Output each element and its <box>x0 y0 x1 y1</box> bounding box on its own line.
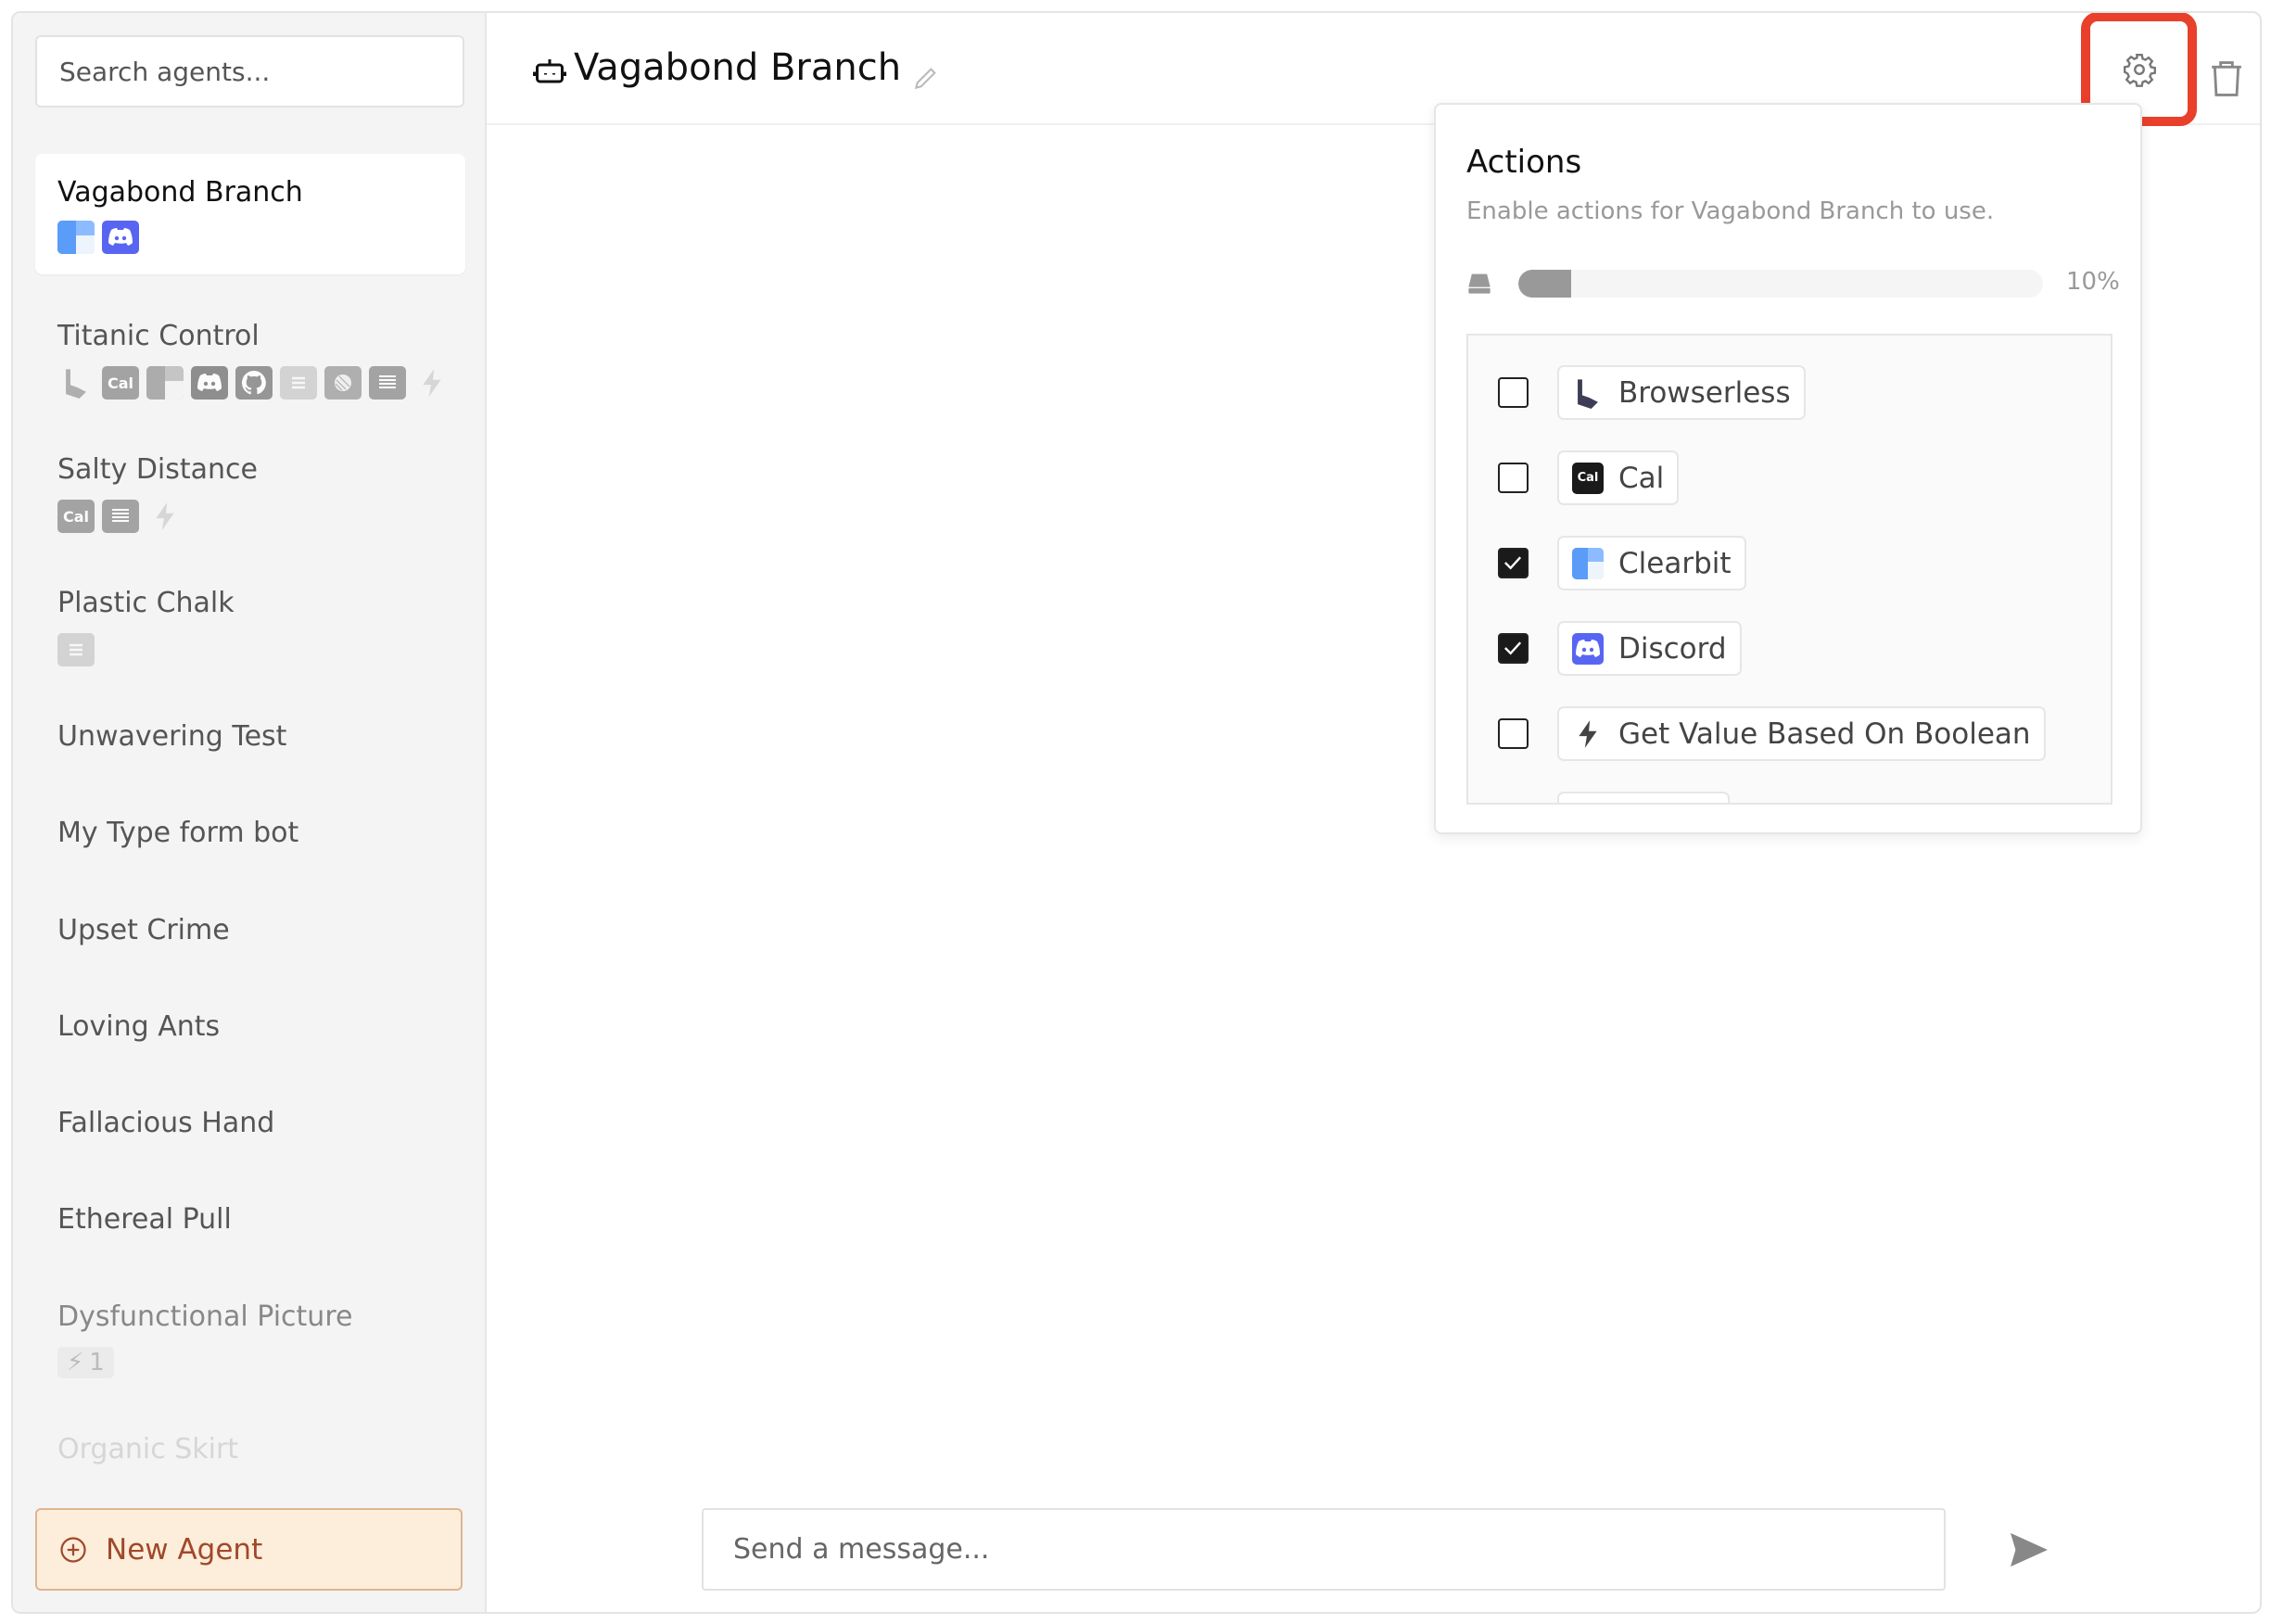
agent-action-icons <box>57 633 95 666</box>
agent-name: Salty Distance <box>57 453 258 486</box>
search-agents-input[interactable] <box>35 35 464 108</box>
agent-list-item[interactable]: Organic Skirt <box>35 1433 465 1507</box>
cal-icon: Cal <box>102 366 139 400</box>
discord-icon <box>102 221 139 254</box>
agent-action-icons <box>57 221 139 254</box>
action-checkbox[interactable] <box>1498 548 1529 578</box>
agent-title: Vagabond Branch <box>574 46 902 89</box>
action-label: Discord <box>1618 631 1727 666</box>
agent-list-item[interactable]: Vagabond Branch <box>35 154 465 274</box>
agent-list-item[interactable]: Dysfunctional Picture ⚡ 1 <box>35 1300 465 1421</box>
cal-icon: Cal <box>1572 462 1604 494</box>
agent-name: Vagabond Branch <box>57 176 303 209</box>
action-chip[interactable]: Discord <box>1557 621 1742 676</box>
app-window: Vagabond BranchTitanic ControlCalSalty D… <box>11 11 2262 1614</box>
action-checkbox[interactable] <box>1498 633 1529 664</box>
discord-icon <box>1572 632 1604 665</box>
actions-list[interactable]: Browserless Cal Cal Clearbit Discord Get Valu… <box>1466 334 2112 805</box>
agent-name: Upset Crime <box>57 914 230 946</box>
clearbit-icon <box>1572 547 1604 579</box>
browserless-icon <box>57 366 95 400</box>
list-icon <box>102 500 139 533</box>
bolt-icon <box>1572 718 1604 750</box>
action-count-badge: ⚡ 1 <box>57 1347 114 1378</box>
robot-icon <box>533 59 566 83</box>
action-checkbox[interactable] <box>1498 804 1529 805</box>
agent-action-icons: Cal <box>57 366 450 400</box>
action-label: Cal <box>1618 461 1665 495</box>
usage-progress-fill <box>1518 270 1571 298</box>
action-chip[interactable]: Cal Cal <box>1557 450 1680 505</box>
docs-icon <box>280 366 317 400</box>
agent-name: Organic Skirt <box>57 1433 239 1465</box>
agent-name: Loving Ants <box>57 1010 221 1043</box>
cal-icon: Cal <box>57 500 95 533</box>
github-icon <box>235 366 273 400</box>
agent-list-item[interactable]: Titanic Control Cal <box>35 320 465 440</box>
agent-list-item[interactable]: Fallacious Hand <box>35 1107 465 1181</box>
agent-name: Dysfunctional Picture <box>57 1300 353 1333</box>
browserless-icon <box>1572 377 1604 409</box>
check-icon <box>1504 641 1522 655</box>
discord-icon <box>191 366 228 400</box>
action-label: Browserless <box>1618 375 1791 410</box>
actions-title: Actions <box>1466 144 1582 181</box>
clearbit-icon <box>146 366 184 400</box>
list-icon <box>369 366 406 400</box>
action-chip[interactable]: Clearbit <box>1557 536 1746 590</box>
agent-name: Fallacious Hand <box>57 1107 275 1139</box>
actions-popover: Actions Enable actions for Vagabond Bran… <box>1434 103 2142 834</box>
gear-icon <box>2123 53 2156 87</box>
message-input[interactable] <box>702 1508 1946 1591</box>
trash-icon[interactable] <box>2209 59 2244 98</box>
usage-label: 10% <box>2066 268 2120 296</box>
action-checkbox[interactable] <box>1498 718 1529 749</box>
agent-name: My Type form bot <box>57 817 299 849</box>
bolt-icon: ⚡ <box>67 1349 84 1377</box>
actions-subtitle: Enable actions for Vagabond Branch to us… <box>1466 197 1995 225</box>
agent-list-item[interactable]: Ethereal Pull <box>35 1203 465 1277</box>
clearbit-icon <box>57 221 95 254</box>
new-agent-button[interactable]: New Agent <box>35 1508 463 1591</box>
github-icon <box>1572 804 1604 806</box>
new-agent-label: New Agent <box>106 1532 263 1567</box>
agent-list-item[interactable]: Unwavering Test <box>35 720 465 794</box>
agent-name: Unwavering Test <box>57 720 287 753</box>
plus-circle-icon <box>60 1536 86 1563</box>
usage-progress-bar <box>1518 270 2043 298</box>
edit-pencil-icon[interactable] <box>911 63 941 93</box>
agent-action-icons: Cal <box>57 500 184 533</box>
badge-count: 1 <box>89 1349 105 1377</box>
check-icon <box>1504 556 1522 570</box>
agent-list-item[interactable]: Salty Distance Cal <box>35 453 465 574</box>
agent-name: Titanic Control <box>57 320 260 352</box>
agent-name: Plastic Chalk <box>57 587 235 619</box>
action-label: Clearbit <box>1618 546 1732 580</box>
bolt-icon <box>146 500 184 533</box>
action-chip[interactable]: Github <box>1557 792 1730 806</box>
agent-name: Ethereal Pull <box>57 1203 232 1236</box>
action-checkbox[interactable] <box>1498 377 1529 408</box>
storage-icon <box>1468 273 1491 294</box>
bolt-icon <box>413 366 450 400</box>
agent-list-item[interactable]: Loving Ants <box>35 1010 465 1085</box>
docs-icon <box>57 633 95 666</box>
action-label: Github <box>1618 803 1715 804</box>
send-icon[interactable] <box>2009 1531 2049 1568</box>
action-chip[interactable]: Browserless <box>1557 365 1806 420</box>
action-chip[interactable]: Get Value Based On Boolean <box>1557 706 2046 761</box>
agent-list-item[interactable]: Upset Crime <box>35 914 465 988</box>
sidebar: Vagabond BranchTitanic ControlCalSalty D… <box>13 13 487 1612</box>
agent-list-item[interactable]: Plastic Chalk <box>35 587 465 707</box>
action-label: Get Value Based On Boolean <box>1618 717 2031 751</box>
action-checkbox[interactable] <box>1498 463 1529 493</box>
linear-icon <box>324 366 362 400</box>
agent-list-item[interactable]: My Type form bot <box>35 817 465 891</box>
